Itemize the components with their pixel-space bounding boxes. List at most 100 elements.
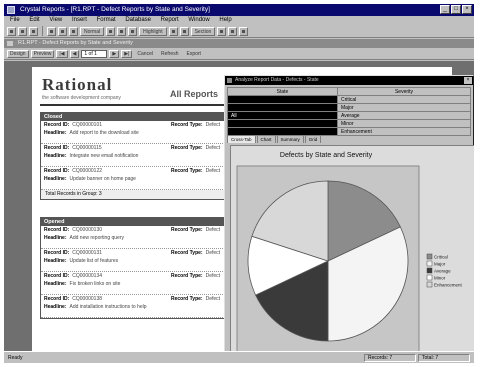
status-total: Total: 7	[418, 354, 470, 362]
export-icon[interactable]	[69, 26, 78, 36]
legend-label: Enhancement	[434, 283, 463, 288]
print-icon[interactable]	[47, 26, 56, 36]
tab-grid[interactable]: Grid	[304, 135, 322, 143]
report-title: All Reports	[170, 89, 219, 99]
legend-swatch	[426, 281, 433, 288]
legend-swatch	[426, 253, 433, 260]
text-icon[interactable]	[179, 26, 189, 36]
record-type-label: Record Type:	[171, 168, 203, 174]
record-id: CQ00000130	[72, 227, 103, 233]
new-icon[interactable]	[7, 26, 16, 36]
menu-format[interactable]: Format	[97, 17, 116, 23]
toolbar: Normal Highlight Section	[4, 25, 474, 38]
legend-swatch	[426, 267, 433, 274]
grid-cell-state	[227, 119, 338, 128]
prev-page-button[interactable]: ◀	[69, 50, 80, 58]
headline-label: Headline:	[44, 176, 67, 182]
cancel-link[interactable]: Cancel	[137, 51, 153, 57]
normal-style-button[interactable]: Normal	[80, 26, 105, 36]
menu-view[interactable]: View	[49, 17, 62, 23]
menu-report[interactable]: Report	[161, 17, 179, 23]
legend-label: Minor	[434, 276, 446, 281]
copy-icon[interactable]	[117, 26, 127, 36]
grid-row[interactable]: All Average	[227, 111, 471, 120]
record-id-label: Record ID:	[44, 227, 70, 233]
record-id-label: Record ID:	[44, 273, 70, 279]
grid-cell-state	[227, 103, 338, 112]
document-icon	[7, 41, 13, 46]
record-id: CQ00000115	[72, 145, 102, 151]
tab-chart[interactable]: Chart	[256, 135, 276, 143]
record-type-label: Record Type:	[171, 250, 203, 256]
page-indicator[interactable]: 1 of 1	[81, 50, 108, 58]
next-page-button[interactable]: ▶	[109, 50, 120, 58]
record-id: CQ00000122	[72, 168, 103, 174]
field-icon[interactable]	[168, 26, 178, 36]
tab-cross-tab[interactable]: Cross-Tab	[227, 135, 256, 143]
menu-window[interactable]: Window	[188, 17, 209, 23]
grid-cell-severity: Average	[337, 111, 471, 120]
record-id: CQ00000131	[72, 250, 103, 256]
column-header-state[interactable]: State	[227, 87, 338, 96]
close-button[interactable]: ×	[462, 5, 472, 14]
app-window: Crystal Reports - [R1.RPT - Defect Repor…	[4, 4, 474, 363]
tab-design[interactable]: Design	[7, 50, 29, 58]
chart-icon[interactable]	[217, 26, 227, 36]
record-type-label: Record Type:	[171, 122, 203, 128]
headline: Integrate new email notification	[69, 153, 139, 159]
pie-slices	[247, 180, 409, 342]
menu-insert[interactable]: Insert	[72, 17, 87, 23]
grid-cell-severity: Enhancement	[337, 127, 471, 136]
record-type: Defect	[205, 296, 221, 302]
headline-label: Headline:	[44, 281, 67, 287]
grid-row[interactable]: Critical	[227, 95, 471, 104]
grid-cell-severity: Critical	[337, 95, 471, 104]
preview-icon[interactable]	[58, 26, 67, 36]
pie-chart: Defects by State and Severity Critical Ma…	[236, 152, 463, 357]
refresh-link[interactable]: Refresh	[161, 51, 179, 57]
export-link[interactable]: Export	[187, 51, 201, 57]
headline: Add installation instructions to help	[69, 304, 147, 310]
last-page-button[interactable]: ▶|	[121, 50, 133, 58]
record-id-label: Record ID:	[44, 296, 70, 302]
minimize-button[interactable]: _	[440, 5, 450, 14]
section-button[interactable]: Section	[190, 26, 216, 36]
navigation-bar: Design Preview |◀ ◀ 1 of 1 ▶ ▶| Cancel R…	[4, 49, 474, 60]
menu-file[interactable]: File	[10, 17, 20, 23]
headline-label: Headline:	[44, 130, 67, 136]
company-logo: Rational	[42, 75, 113, 94]
title-bar: Crystal Reports - [R1.RPT - Defect Repor…	[4, 4, 474, 16]
toolbar-separator	[42, 26, 43, 36]
column-header-severity[interactable]: Severity	[337, 87, 471, 96]
grid-cell-state: All	[227, 111, 338, 120]
grid-row[interactable]: Minor	[227, 119, 471, 128]
tab-summary[interactable]: Summary	[276, 135, 304, 143]
analysis-window[interactable]: Analyze Report Data - Defects - State × …	[224, 75, 474, 361]
open-icon[interactable]	[18, 26, 27, 36]
headline-label: Headline:	[44, 235, 67, 241]
grid-row[interactable]: Major	[227, 103, 471, 112]
legend-label: Major	[434, 262, 446, 267]
paste-icon[interactable]	[128, 26, 138, 36]
menu-edit[interactable]: Edit	[29, 17, 39, 23]
legend-label: Average	[434, 269, 451, 274]
record-type: Defect	[205, 250, 221, 256]
tab-preview[interactable]: Preview	[30, 50, 55, 58]
first-page-button[interactable]: |◀	[56, 50, 68, 58]
menu-help[interactable]: Help	[219, 17, 231, 23]
map-icon[interactable]	[228, 26, 238, 36]
cut-icon[interactable]	[106, 26, 116, 36]
maximize-button[interactable]: □	[451, 5, 461, 14]
close-icon[interactable]: ×	[464, 77, 472, 84]
help-icon[interactable]	[239, 26, 249, 36]
child-window-title-bar: R1.RPT - Defect Reports by State and Sev…	[4, 39, 474, 48]
record-type: Defect	[205, 145, 221, 151]
window-icon	[227, 78, 232, 83]
chart-pane: Defects by State and Severity Critical Ma…	[230, 145, 474, 361]
legend-swatch	[426, 274, 433, 281]
highlight-button[interactable]: Highlight	[139, 26, 167, 36]
save-icon[interactable]	[29, 26, 38, 36]
menu-database[interactable]: Database	[125, 17, 151, 23]
analysis-window-title: Analyze Report Data - Defects - State	[235, 77, 319, 83]
status-records: Records: 7	[364, 354, 416, 362]
